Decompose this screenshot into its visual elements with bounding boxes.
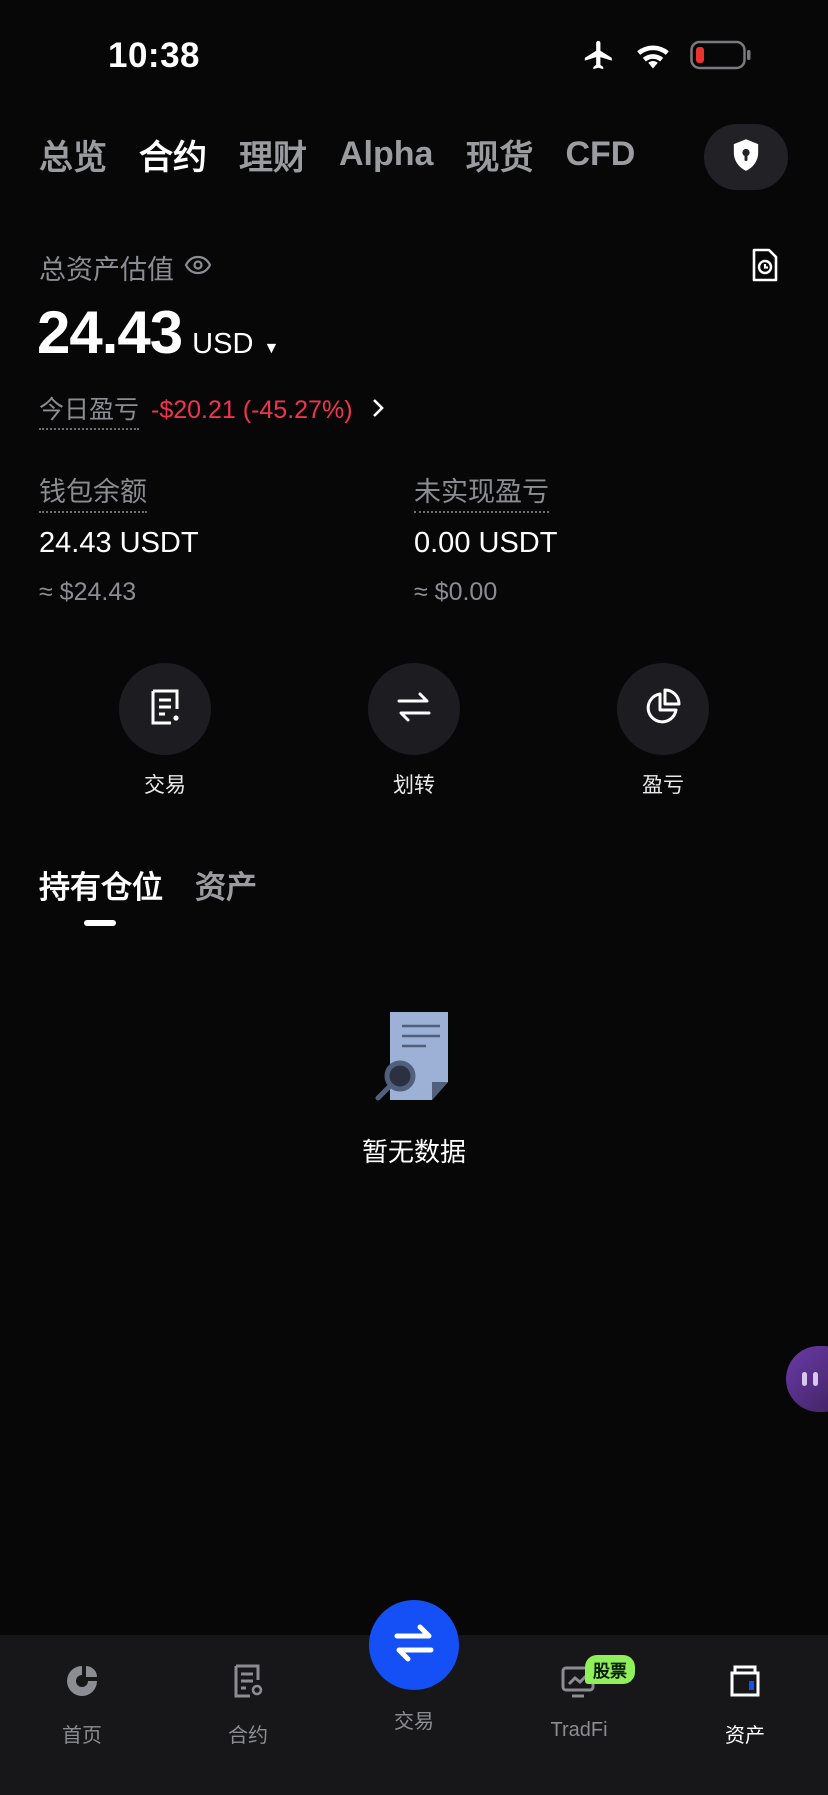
caret-down-icon: ▼ — [263, 340, 280, 357]
transfer-action-label: 划转 — [393, 774, 435, 797]
transfer-action-button[interactable] — [368, 663, 460, 755]
assistant-eye-right — [813, 1372, 818, 1386]
chevron-right-icon — [371, 395, 385, 426]
empty-state: 暂无数据 — [0, 1010, 828, 1169]
wallet-balance-value: 24.43 USDT — [39, 527, 199, 559]
pnl-action-button[interactable] — [617, 663, 709, 755]
unrealized-pnl-approx: ≈ $0.00 — [414, 578, 498, 606]
airplane-icon — [582, 38, 616, 72]
nav-home[interactable]: 首页 — [22, 1655, 142, 1748]
document-search-icon — [0, 1010, 828, 1106]
tab-spot[interactable]: 现货 — [465, 130, 533, 179]
document-clock-icon[interactable] — [750, 248, 780, 287]
total-asset-label-text: 总资产估值 — [39, 255, 174, 285]
contract-icon — [188, 1655, 308, 1707]
tab-assets[interactable]: 资产 — [195, 862, 257, 907]
pie-chart-icon — [643, 687, 683, 732]
floating-assistant-button[interactable] — [786, 1346, 828, 1412]
today-pnl-value: -$20.21 (-45.27%) — [151, 395, 353, 424]
wallet-balance-label: 钱包余额 — [39, 470, 147, 513]
assistant-eye-left — [802, 1372, 807, 1386]
nav-tradfi-label: TradFi — [550, 1719, 608, 1741]
currency-label: USD — [192, 328, 254, 360]
today-pnl-row[interactable]: 今日盈亏 -$20.21 (-45.27%) — [39, 390, 385, 430]
unrealized-pnl: 未实现盈亏 0.00 USDT ≈ $0.00 — [414, 470, 557, 607]
trade-action-label: 交易 — [144, 774, 186, 797]
tab-earn[interactable]: 理财 — [239, 130, 307, 179]
today-pnl-label: 今日盈亏 — [39, 390, 140, 430]
tab-alpha[interactable]: Alpha — [339, 135, 433, 174]
nav-trade-button[interactable] — [369, 1600, 459, 1690]
nav-futures[interactable]: 合约 — [188, 1655, 308, 1748]
order-document-icon — [145, 687, 185, 732]
total-asset-value: 24.43 USD ▼ — [37, 298, 279, 367]
nav-home-label: 首页 — [62, 1725, 102, 1747]
nav-assets-label: 资产 — [725, 1725, 765, 1747]
trade-action[interactable]: 交易 — [119, 663, 211, 799]
wallet-icon — [685, 1655, 805, 1707]
stock-badge: 股票 — [585, 1655, 635, 1684]
status-time: 10:38 — [108, 36, 201, 75]
tab-cfd[interactable]: CFD — [565, 135, 635, 174]
trade-action-button[interactable] — [119, 663, 211, 755]
currency-select[interactable]: USD ▼ — [192, 328, 279, 361]
tab-futures[interactable]: 合约 — [139, 130, 207, 179]
tab-positions[interactable]: 持有仓位 — [39, 862, 163, 907]
status-icons — [582, 38, 752, 72]
shield-lock-icon — [731, 138, 761, 177]
unrealized-pnl-value: 0.00 USDT — [414, 527, 558, 559]
nav-trade-label: 交易 — [394, 1711, 434, 1733]
wallet-balance: 钱包余额 24.43 USDT ≈ $24.43 — [39, 470, 199, 607]
trade-swap-icon — [391, 1620, 437, 1671]
position-tabs: 持有仓位 资产 — [39, 862, 257, 907]
nav-tradfi[interactable]: TradFi 股票 — [519, 1655, 639, 1742]
nav-futures-label: 合约 — [228, 1725, 268, 1747]
total-number: 24.43 — [37, 299, 183, 366]
status-bar: 10:38 — [0, 0, 828, 110]
wallet-balance-approx: ≈ $24.43 — [39, 578, 137, 606]
active-tab-indicator — [84, 920, 116, 926]
pnl-action[interactable]: 盈亏 — [617, 663, 709, 799]
nav-assets[interactable]: 资产 — [685, 1655, 805, 1748]
wifi-icon — [634, 40, 672, 70]
unrealized-pnl-label: 未实现盈亏 — [414, 470, 549, 513]
top-tabs: 总览 合约 理财 Alpha 现货 CFD — [39, 130, 635, 179]
transfer-action[interactable]: 划转 — [368, 663, 460, 799]
home-logo-icon — [22, 1655, 142, 1707]
total-asset-label: 总资产估值 — [39, 248, 212, 287]
eye-icon[interactable] — [184, 252, 212, 283]
pnl-action-label: 盈亏 — [642, 774, 684, 797]
tab-overview[interactable]: 总览 — [39, 130, 107, 179]
security-button[interactable] — [704, 124, 788, 190]
transfer-arrows-icon — [394, 687, 434, 732]
empty-state-text: 暂无数据 — [361, 1137, 466, 1167]
battery-low-icon — [690, 40, 752, 70]
